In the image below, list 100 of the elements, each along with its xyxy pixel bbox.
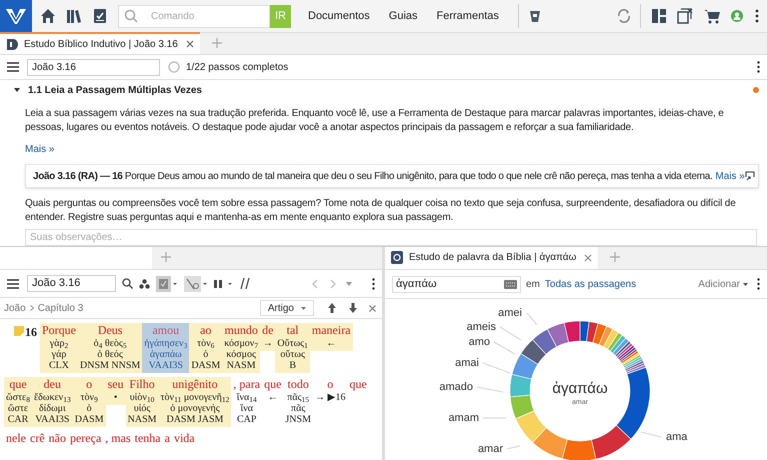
- donut-slice[interactable]: [598, 326, 613, 348]
- more-icon[interactable]: [372, 278, 375, 290]
- more-link[interactable]: Mais »: [25, 142, 54, 157]
- close-icon[interactable]: [186, 40, 194, 48]
- more-link[interactable]: Mais »: [715, 168, 745, 184]
- leader-line: [640, 432, 662, 438]
- word-study-tab[interactable]: Estudo de palavra da Bíblia | ἀγαπάω: [385, 247, 598, 269]
- interlinear-word[interactable]: unigênito τὸν$_{11}$ μονογενῆ$_{12}$ ὁ μονογενής DASM JASM: [158, 377, 232, 427]
- interlinear-word[interactable]: a: [162, 431, 172, 448]
- more-icon[interactable]: [755, 9, 759, 23]
- donut-slice[interactable]: [547, 322, 569, 348]
- interlinear-word[interactable]: maneira ←: [310, 323, 353, 351]
- interlinear-word[interactable]: o → ▶16: [312, 377, 348, 405]
- library-icon[interactable]: [66, 8, 82, 24]
- interlinear-word[interactable]: que ὥστε$_{8}$ ὥστε CAR: [4, 377, 32, 427]
- donut-slice[interactable]: [512, 353, 538, 380]
- donut-slice[interactable]: [591, 425, 632, 460]
- donut-slice[interactable]: [532, 428, 568, 459]
- step-title[interactable]: 1.1 Leia a Passagem Múltiplas Vezes: [28, 82, 202, 98]
- tab-title: Estudo de palavra da Bíblia | ἀγαπάω: [409, 251, 576, 265]
- interlinear-word[interactable]: mundo κόσμον$_{7}$ κόσμος NASM: [222, 323, 260, 373]
- interlinear-word[interactable]: Filho υἱὸν$_{10}$ υἱός NASM: [126, 377, 159, 427]
- donut-slice[interactable]: [592, 323, 607, 345]
- interlinear-word[interactable]: crê: [28, 431, 47, 448]
- command-field[interactable]: Comando: [118, 4, 270, 28]
- menu-item[interactable]: Documentos: [308, 8, 370, 24]
- highlight-tool-icon[interactable]: [156, 276, 178, 292]
- slice-label: ameis: [466, 321, 496, 333]
- add-button[interactable]: Adicionar: [698, 276, 748, 292]
- trash-icon[interactable]: [528, 9, 541, 23]
- view-button[interactable]: Artigo: [260, 300, 314, 316]
- interlinear-tool-icon[interactable]: [184, 276, 208, 292]
- cluster-icon[interactable]: [139, 278, 150, 288]
- query-field[interactable]: ἀγαπάω: [392, 276, 521, 292]
- checklist-icon[interactable]: [92, 8, 108, 24]
- donut-slice[interactable]: [586, 321, 598, 343]
- status-dot-icon: [753, 87, 759, 93]
- layout-icon[interactable]: [651, 8, 667, 24]
- reference-field[interactable]: João 3.16: [27, 58, 160, 76]
- progress-ring-icon: [168, 61, 180, 73]
- interlinear-word[interactable]: Deus ὁ$_{4}$ θεὸς$_{5}$ ὁ θεός DNSM NNSM: [78, 323, 142, 373]
- menu-item[interactable]: Guias: [388, 8, 418, 24]
- interlinear-word[interactable]: não: [46, 431, 68, 448]
- breadcrumb-item[interactable]: Capítulo 3: [38, 300, 84, 316]
- document-tab[interactable]: Estudo Bíblico Indutivo | João 3.16: [0, 32, 200, 54]
- interlinear-word[interactable]: que: [347, 377, 369, 394]
- interlinear-word[interactable]: tal Οὕτως$_{1}$ οὕτως B: [275, 323, 310, 373]
- interlinear-word[interactable]: seu •: [106, 377, 126, 405]
- notes-field[interactable]: Suas observações…: [25, 229, 757, 246]
- caret-icon[interactable]: [14, 87, 20, 93]
- passage-text: João 3.16 (RA) — 16 Porque Deus amou ao mundo de tal maneira que deu o seu Filho unigênito, para que todo o que nele crê não pereça, mas tenha a vida eterna.: [33, 170, 712, 184]
- keyboard-icon[interactable]: [504, 280, 517, 288]
- home-icon[interactable]: [40, 8, 56, 24]
- interlinear-word[interactable]: nele: [4, 431, 28, 448]
- interlinear-word[interactable]: , mas: [103, 431, 133, 448]
- menu-item[interactable]: Ferramentas: [436, 8, 499, 24]
- interlinear-word[interactable]: vida: [172, 431, 197, 448]
- donut-slice[interactable]: [510, 374, 532, 398]
- donut-slice[interactable]: [564, 320, 580, 343]
- up-arrow-icon[interactable]: [328, 303, 336, 313]
- interlinear-word[interactable]: pereça: [68, 431, 104, 448]
- parallel-lines-icon[interactable]: [240, 278, 250, 289]
- breadcrumb-item[interactable]: João: [4, 300, 26, 316]
- interlinear-word[interactable]: o τὸν$_{9}$ ὁ DASM: [72, 377, 106, 427]
- popout-icon[interactable]: [744, 171, 755, 181]
- interlinear-word[interactable]: de →: [260, 323, 276, 351]
- user-icon[interactable]: [731, 10, 743, 22]
- close-icon[interactable]: [584, 254, 592, 262]
- down-arrow-icon[interactable]: [349, 303, 357, 313]
- more-icon[interactable]: [757, 278, 760, 290]
- interlinear-word[interactable]: amou ἠγάπησεν$_{3}$ ἀγαπάω VAAI3S: [142, 323, 190, 373]
- menu-icon[interactable]: [7, 278, 19, 288]
- verse-number[interactable]: 16: [25, 323, 37, 341]
- more-icon[interactable]: [757, 61, 760, 73]
- donut-slice[interactable]: [520, 339, 546, 364]
- sync-icon[interactable]: [616, 8, 632, 24]
- close-icon[interactable]: [369, 304, 376, 312]
- columns-icon[interactable]: [214, 278, 234, 288]
- caret-icon: [743, 282, 748, 286]
- reference-field[interactable]: João 3.16: [27, 275, 116, 292]
- interlinear-word[interactable]: , para ἵνα$_{14}$ ἵνα CAP: [231, 377, 262, 427]
- interlinear-word[interactable]: tenha: [132, 431, 163, 448]
- donut-slice[interactable]: [532, 328, 557, 355]
- interlinear-word[interactable]: deu ἔδωκεν$_{13}$ δίδωμι VAAI3S: [32, 377, 73, 427]
- slice-label: amam: [448, 412, 479, 424]
- slice-label: amar: [478, 443, 503, 455]
- logo[interactable]: [0, 0, 32, 32]
- close-windows-icon[interactable]: [677, 8, 693, 24]
- donut-slice[interactable]: [616, 367, 650, 440]
- interlinear-word[interactable]: ao τὸν$_{6}$ ὁ DASM: [189, 323, 222, 373]
- slice-label: amai: [455, 357, 479, 369]
- interlinear-word[interactable]: todo πᾶς$_{15}$ πᾶς JNSM: [283, 377, 313, 427]
- menu-icon[interactable]: [7, 62, 19, 72]
- interlinear-word[interactable]: que ←: [262, 377, 284, 405]
- chart-center-word: ἀγαπάω: [552, 380, 608, 397]
- cart-icon[interactable]: [703, 8, 721, 24]
- donut-slice[interactable]: [562, 439, 596, 460]
- scope-link[interactable]: Todas as passagens: [544, 276, 636, 292]
- interlinear-word[interactable]: Porque γὰρ$_{2}$ γάρ CLX: [40, 323, 78, 373]
- search-icon[interactable]: [122, 278, 133, 289]
